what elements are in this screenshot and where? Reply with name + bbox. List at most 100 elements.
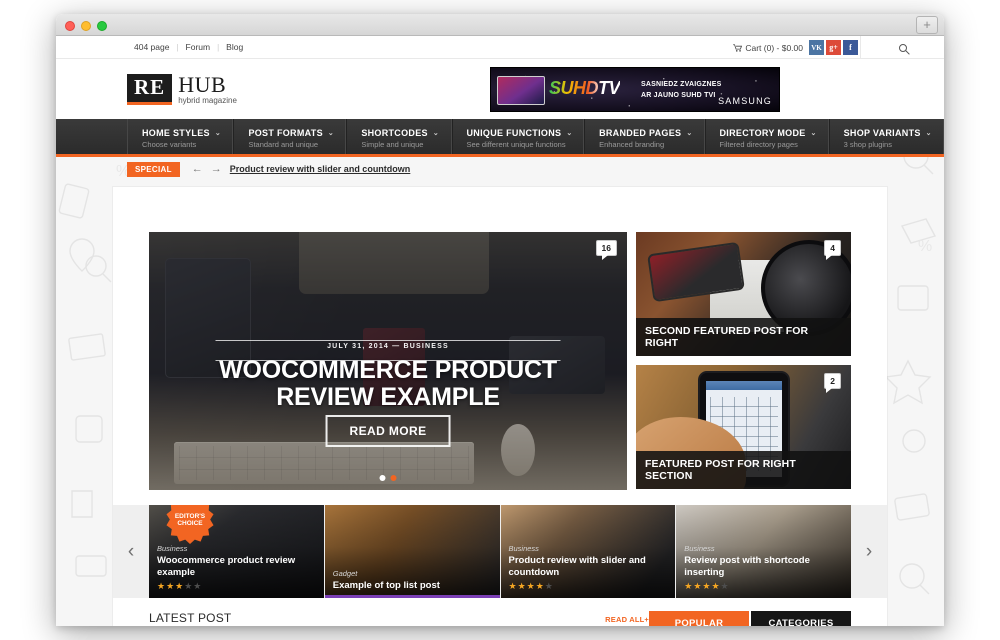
- chevron-down-icon: ⌄: [810, 130, 817, 137]
- nav-subtitle: See different unique functions: [466, 140, 566, 149]
- hero-slider[interactable]: JULY 31, 2014 — BUSINESS WOOCOMMERCE PRO…: [149, 232, 627, 490]
- featured-card-first[interactable]: 2 FEATURED POST FOR RIGHT SECTION: [636, 365, 851, 489]
- nav-label: UNIQUE FUNCTIONS: [466, 128, 562, 138]
- comment-count-badge: 2: [824, 373, 841, 393]
- window-maximize-button[interactable]: [97, 21, 107, 31]
- window-close-button[interactable]: [65, 21, 75, 31]
- slider-dot-1[interactable]: [379, 475, 386, 481]
- tab-categories[interactable]: CATEGORIES: [751, 611, 851, 626]
- carousel-item[interactable]: Business Review post with shortcode inse…: [676, 505, 851, 598]
- site-header: RE HUB hybrid magazine SUHDTV SASNIEDZ Z…: [56, 59, 944, 119]
- logo-tagline: hybrid magazine: [178, 95, 237, 105]
- nav-label: DIRECTORY MODE: [719, 128, 806, 138]
- search-button[interactable]: [860, 36, 944, 59]
- carousel-item-title: Example of top list post: [332, 580, 440, 592]
- nav-item-post-formats[interactable]: POST FORMATS ⌄ Standard and unique: [233, 119, 347, 154]
- page-viewport: % % 404 page | Forum | Blog Cart (0) - $…: [56, 36, 944, 626]
- carousel-item[interactable]: Gadget Example of top list post: [324, 505, 500, 598]
- tab-popular[interactable]: POPULAR: [649, 611, 749, 626]
- rating-stars: ★★★★★: [157, 581, 203, 591]
- window-minimize-button[interactable]: [81, 21, 91, 31]
- carousel-item-title: Product review with slider and countdown: [508, 555, 646, 579]
- hero-title: WOOCOMMERCE PRODUCT REVIEW EXAMPLE: [219, 356, 557, 411]
- carousel-item-text: Business Product review with slider and …: [509, 544, 668, 592]
- link-forum[interactable]: Forum: [179, 42, 218, 52]
- divider: [215, 340, 561, 341]
- featured-right-column: 4 SECOND FEATURED POST FOR RIGHT 2 FEATU…: [636, 232, 851, 490]
- carousel-next-button[interactable]: ›: [851, 505, 887, 598]
- new-tab-button[interactable]: +: [916, 16, 938, 34]
- logo-name: HUB: [178, 71, 227, 97]
- link-blog[interactable]: Blog: [219, 42, 250, 52]
- ticker-prev-arrow-icon[interactable]: ←: [192, 163, 203, 175]
- website-content: 404 page | Forum | Blog Cart (0) - $0.00…: [56, 36, 944, 157]
- banner-tagline-line2: AR JAUNO SUHD TVI: [641, 91, 716, 99]
- carousel-item-category: Gadget: [332, 569, 358, 579]
- nav-item-home-styles[interactable]: HOME STYLES ⌄ Choose variants: [127, 119, 234, 154]
- slider-dot-2[interactable]: [390, 475, 397, 481]
- link-404-page[interactable]: 404 page: [134, 42, 176, 52]
- chevron-down-icon: ⌄: [327, 130, 335, 137]
- chevron-down-icon: ⌄: [214, 130, 221, 137]
- nav-label: SHOP VARIANTS: [843, 128, 921, 138]
- nav-item-branded-pages[interactable]: BRANDED PAGES ⌄ Enhanced branding: [584, 119, 705, 154]
- nav-item-shortcodes[interactable]: SHORTCODES ⌄ Simple and unique: [346, 119, 452, 154]
- section-title: LATEST POST: [149, 611, 232, 625]
- read-all-link[interactable]: READ ALL+: [605, 615, 649, 624]
- read-more-button[interactable]: READ MORE: [325, 415, 451, 447]
- carousel-item-category: Business: [157, 544, 188, 554]
- slider-pagination: [379, 475, 397, 481]
- chevron-down-icon: ⌄: [432, 130, 439, 137]
- banner-tv-image: [497, 76, 545, 105]
- card-title: FEATURED POST FOR RIGHT SECTION: [636, 451, 851, 489]
- advertisement-banner[interactable]: SUHDTV SASNIEDZ ZVAIGZNES AR JAUNO SUHD …: [490, 67, 780, 112]
- facebook-icon[interactable]: f: [843, 40, 858, 55]
- nav-label: BRANDED PAGES: [599, 128, 682, 138]
- special-ticker-bar: SPECIAL ← → Product review with slider a…: [56, 158, 944, 180]
- nav-subtitle: Simple and unique: [361, 140, 424, 149]
- banner-tagline-line1: SASNIEDZ ZVAIGZNES: [641, 81, 722, 88]
- nav-subtitle: 3 shop plugins: [843, 140, 892, 149]
- ticker-next-arrow-icon[interactable]: →: [211, 163, 222, 175]
- google-plus-icon[interactable]: g+: [826, 40, 841, 55]
- vk-icon[interactable]: VK: [809, 40, 824, 55]
- comment-count-badge: 16: [595, 240, 617, 260]
- browser-window: + % % 404 page | Forum | Blog Cart (0) -…: [56, 14, 944, 626]
- special-post-link[interactable]: Product review with slider and countdown: [230, 164, 411, 174]
- carousel-item-text: Business Review post with shortcode inse…: [684, 544, 843, 592]
- chevron-down-icon: ⌄: [925, 130, 932, 137]
- nav-subtitle: Filtered directory pages: [719, 140, 798, 149]
- carousel-item-accent: [324, 595, 500, 598]
- carousel-item-title: Woocommerce product review example: [157, 555, 296, 579]
- shopping-cart-icon: [733, 43, 743, 52]
- post-carousel: ‹ EDITOR'S CHOICE Business Woocommerce p…: [113, 505, 887, 598]
- nav-item-shop-variants[interactable]: SHOP VARIANTS ⌄ 3 shop plugins: [828, 119, 944, 154]
- topbar-right-group: Cart (0) - $0.00 VK g+ f: [733, 36, 944, 59]
- utility-topbar: 404 page | Forum | Blog Cart (0) - $0.00…: [56, 36, 944, 59]
- site-logo[interactable]: RE HUB hybrid magazine: [127, 71, 237, 105]
- carousel-item-text: Gadget Example of top list post: [333, 569, 492, 592]
- carousel-item-text: Business Woocommerce product review exam…: [157, 544, 316, 592]
- nav-item-directory-mode[interactable]: DIRECTORY MODE ⌄ Filtered directory pages: [704, 119, 829, 154]
- cart-link[interactable]: Cart (0) - $0.00: [733, 43, 803, 53]
- carousel-item[interactable]: Business Product review with slider and …: [500, 505, 676, 598]
- editors-choice-line2: CHOICE: [177, 520, 203, 527]
- main-navigation: HOME STYLES ⌄ Choose variants POST FORMAT…: [56, 119, 944, 157]
- svg-text:%: %: [918, 238, 932, 255]
- browser-titlebar: +: [56, 14, 944, 36]
- logo-mark: RE: [127, 73, 173, 105]
- nav-subtitle: Choose variants: [142, 140, 197, 149]
- comment-count-badge: 4: [824, 240, 841, 260]
- featured-card-second[interactable]: 4 SECOND FEATURED POST FOR RIGHT: [636, 232, 851, 356]
- special-badge: SPECIAL: [127, 161, 180, 177]
- carousel-prev-button[interactable]: ‹: [113, 505, 149, 598]
- chevron-down-icon: ⌄: [686, 130, 693, 137]
- carousel-item[interactable]: EDITOR'S CHOICE Business Woocommerce pro…: [149, 505, 324, 598]
- content-card: JULY 31, 2014 — BUSINESS WOOCOMMERCE PRO…: [113, 187, 887, 626]
- nav-label: HOME STYLES: [142, 128, 210, 138]
- nav-label: SHORTCODES: [361, 128, 428, 138]
- banner-tagline: SASNIEDZ ZVAIGZNES AR JAUNO SUHD TVI: [641, 80, 721, 102]
- search-icon: [898, 43, 907, 52]
- nav-item-unique-functions[interactable]: UNIQUE FUNCTIONS ⌄ See different unique f…: [451, 119, 585, 154]
- hero-meta-text: JULY 31, 2014 — BUSINESS: [327, 343, 449, 350]
